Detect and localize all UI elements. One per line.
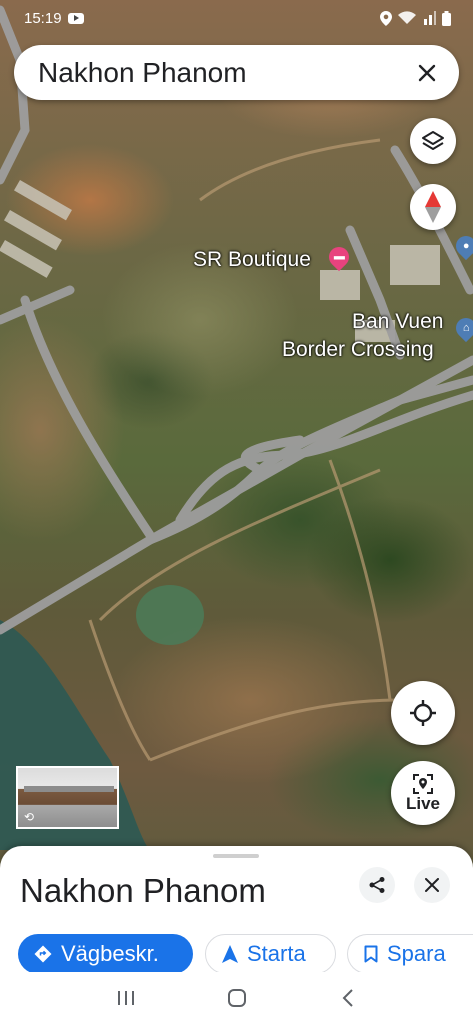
youtube-icon: [67, 12, 84, 24]
recent-apps-button[interactable]: [106, 978, 146, 1018]
share-button[interactable]: [359, 867, 395, 903]
status-bar: 15:19: [0, 0, 473, 36]
recent-apps-icon: [117, 991, 134, 1005]
save-button[interactable]: Spara: [347, 934, 473, 974]
status-time: 15:19: [24, 9, 62, 27]
live-view-button[interactable]: Live: [391, 761, 455, 825]
place-title: Nakhon Phanom: [20, 872, 266, 909]
battery-icon: [442, 10, 451, 26]
street-view-thumbnail[interactable]: ⟲: [16, 766, 119, 829]
directions-button[interactable]: Vägbeskr.: [18, 934, 193, 974]
start-label: Starta: [247, 941, 306, 966]
live-view-icon: [413, 774, 433, 794]
signal-icon: [424, 11, 436, 25]
home-icon: [227, 989, 246, 1007]
system-nav-bar: [0, 972, 473, 1024]
drag-handle[interactable]: [213, 854, 259, 858]
back-button[interactable]: [328, 978, 368, 1018]
close-icon[interactable]: [413, 59, 441, 87]
bookmark-icon: [364, 945, 378, 963]
layers-icon: [422, 131, 444, 150]
compass-icon: [425, 191, 441, 223]
start-navigation-button[interactable]: Starta: [205, 934, 336, 974]
search-input[interactable]: Nakhon Phanom: [38, 57, 413, 89]
close-icon: [425, 878, 439, 892]
sheet-close-button[interactable]: [414, 867, 450, 903]
my-location-button[interactable]: [391, 681, 455, 745]
navigation-arrow-icon: [222, 945, 238, 963]
layers-button[interactable]: [410, 118, 456, 164]
back-icon: [342, 989, 353, 1007]
poi-label-border-line2[interactable]: Border Crossing: [282, 338, 434, 362]
wifi-icon: [398, 11, 416, 24]
poi-label-sr-boutique[interactable]: SR Boutique: [193, 248, 311, 272]
my-location-icon: [410, 700, 436, 726]
home-button[interactable]: [217, 978, 257, 1018]
compass-button[interactable]: [410, 184, 456, 230]
street-view-360-icon: ⟲: [24, 810, 35, 824]
search-bar[interactable]: Nakhon Phanom: [14, 45, 459, 100]
directions-label: Vägbeskr.: [61, 941, 159, 966]
save-label: Spara: [387, 941, 446, 966]
location-status-icon: [380, 10, 392, 26]
live-view-label: Live: [405, 794, 441, 813]
poi-label-border-line1[interactable]: Ban Vuen: [352, 310, 443, 334]
street-view-building: [24, 786, 114, 792]
share-icon: [369, 877, 385, 893]
directions-icon: [34, 945, 52, 963]
